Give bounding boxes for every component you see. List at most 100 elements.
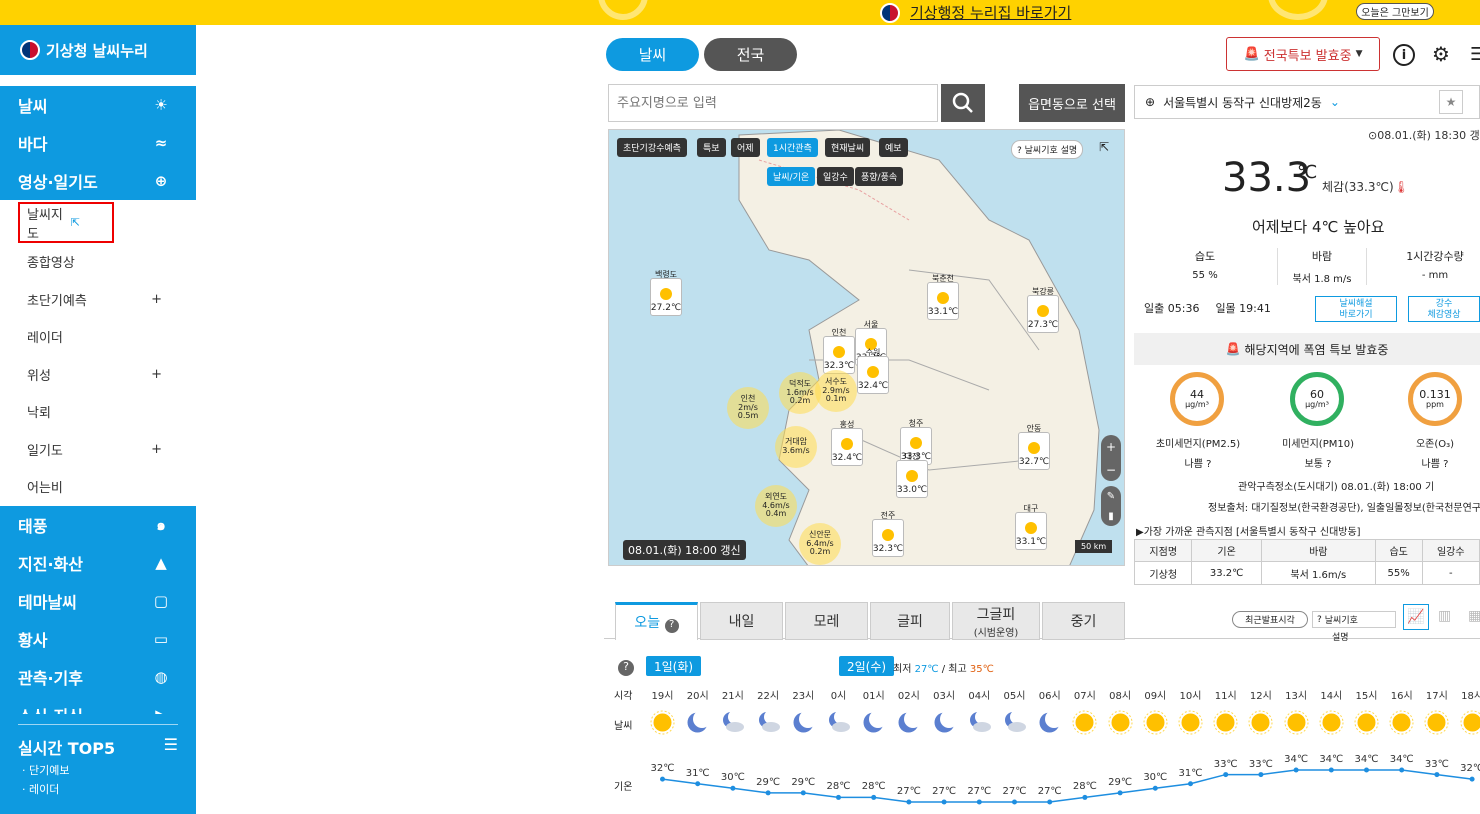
map-sub-wind[interactable]: 풍향/풍속: [855, 167, 904, 186]
sidebar-item-freezing-rain[interactable]: 어는비: [0, 468, 196, 506]
tab-tomorrow[interactable]: 내일: [700, 602, 783, 640]
nav-earthquake[interactable]: 지진·화산 ▲: [0, 543, 196, 582]
map-btn-current[interactable]: 현재날씨: [825, 138, 871, 157]
map-marker[interactable]: 전주 32.3℃: [872, 511, 904, 557]
table-view-icon[interactable]: ▦: [1468, 608, 1480, 624]
heat-warning-banner[interactable]: 🚨 해당지역에 폭염 특보 발효중: [1134, 333, 1480, 365]
popout-icon[interactable]: ⇱: [1099, 140, 1109, 154]
sidebar-item-lightning[interactable]: 낙뢰: [0, 393, 196, 431]
zoom-out-icon[interactable]: −: [1106, 463, 1116, 477]
sea-buoy-bubble[interactable]: 거대암 3.6m/s: [775, 426, 817, 468]
map-tools[interactable]: ✎ ▮: [1101, 486, 1121, 526]
nav-sea[interactable]: 바다 ≈: [0, 124, 196, 162]
help-icon[interactable]: ?: [664, 619, 679, 633]
help-icon[interactable]: ?: [1326, 459, 1331, 470]
map-marker[interactable]: 대구 33.1℃: [1015, 504, 1047, 550]
sea-buoy-bubble[interactable]: 외연도 4.6m/s 0.4m: [755, 485, 797, 527]
map-marker[interactable]: 북강릉 27.3℃: [1027, 287, 1059, 333]
zoom-in-icon[interactable]: +: [1106, 440, 1116, 454]
pm10-gauge[interactable]: 60 μg/m³: [1290, 372, 1344, 426]
tab-national[interactable]: 전국: [704, 38, 797, 71]
precip-video-button[interactable]: 강수 체감영상: [1408, 296, 1480, 322]
map-btn-forecast[interactable]: 예보: [879, 138, 908, 157]
sidebar-item-satellite[interactable]: 위성 +: [0, 356, 196, 394]
pm25-gauge[interactable]: 44 μg/m³: [1170, 372, 1224, 426]
weather-map[interactable]: 초단기강수예측 특보 어제 1시간관측 현재날씨 예보 날씨/기온 일강수 풍향…: [608, 129, 1125, 566]
map-legend-button[interactable]: ? 날씨기호 설명: [1011, 140, 1084, 159]
search-button[interactable]: [941, 84, 985, 122]
tab-day-after[interactable]: 모레: [785, 602, 868, 640]
map-marker[interactable]: 대전 33.0℃: [896, 452, 928, 498]
table-cell: 55%: [1374, 561, 1423, 585]
map-btn-warning[interactable]: 특보: [697, 138, 726, 157]
alert-dropdown[interactable]: 🚨 전국특보 발효중 ▼: [1226, 37, 1380, 71]
nav-weather[interactable]: 날씨 ☀: [0, 86, 196, 124]
location-name[interactable]: 서울특별시 동작구 신대방제2동: [1163, 94, 1322, 111]
help-icon[interactable]: ?: [1206, 459, 1211, 470]
sidebar-item-weather-chart[interactable]: 일기도 +: [0, 431, 196, 469]
map-btn-nowcast-precip[interactable]: 초단기강수예측: [617, 138, 687, 157]
expand-icon[interactable]: +: [151, 367, 162, 382]
map-btn-yesterday[interactable]: 어제: [731, 138, 760, 157]
sea-buoy-bubble[interactable]: 인천 2m/s 0.5m: [727, 387, 769, 429]
top5-item[interactable]: · 레이더: [22, 781, 178, 797]
graph-view-icon[interactable]: 📈: [1403, 604, 1429, 630]
nav-climate[interactable]: 관측·기후 ◍: [0, 657, 196, 696]
map-btn-hourly-obs[interactable]: 1시간관측: [767, 138, 818, 157]
tab-4days[interactable]: 그글피 (시범운영): [952, 602, 1040, 640]
sun-icon: [1178, 710, 1203, 735]
recent-release-button[interactable]: 최근발표시각: [1232, 611, 1308, 628]
favorite-star-icon[interactable]: ★: [1439, 90, 1463, 114]
nav-imagery[interactable]: 영상·일기도 ⊕: [0, 162, 196, 200]
list-icon[interactable]: ☰: [164, 735, 178, 759]
map-marker[interactable]: 인천 32.3℃: [823, 328, 855, 374]
sun-times: 일출 05:36 일몰 19:41: [1144, 300, 1271, 316]
bar-view-icon[interactable]: ▥: [1438, 608, 1451, 624]
region-select-button[interactable]: 읍면동으로 선택: [1019, 84, 1125, 122]
admin-site-link-text[interactable]: 기상행정 누리집 바로가기: [910, 2, 1071, 23]
sea-buoy-bubble[interactable]: 서수도 2.9m/s 0.1m: [815, 370, 857, 412]
weather-symbol-button[interactable]: ? 날씨기호: [1312, 611, 1396, 628]
map-sub-weather-temp[interactable]: 날씨/기온: [767, 167, 816, 186]
zoom-control[interactable]: + −: [1101, 435, 1121, 481]
sea-buoy-bubble[interactable]: 신안문 6.4m/s 0.2m: [799, 523, 841, 565]
chevron-down-icon[interactable]: ⌄: [1330, 95, 1340, 109]
map-marker[interactable]: 홍성 32.4℃: [831, 420, 863, 466]
map-marker[interactable]: 안동 32.7℃: [1018, 424, 1050, 470]
nav-yellow-dust[interactable]: 황사 ▭: [0, 619, 196, 658]
ozone-gauge[interactable]: 0.131 ppm: [1408, 372, 1462, 426]
sidebar-item-weather-map[interactable]: 날씨지도 ⇱: [18, 202, 114, 243]
nav-sub-label: 레이더: [27, 331, 63, 347]
location-bar[interactable]: ⊕ 서울특별시 동작구 신대방제2동 ⌄ ★: [1134, 85, 1480, 119]
menu-icon[interactable]: ☰: [1470, 44, 1480, 65]
logo[interactable]: 기상청 날씨누리: [0, 25, 196, 75]
tab-weather[interactable]: 날씨: [606, 38, 699, 71]
tab-3days[interactable]: 글피: [870, 602, 950, 640]
map-marker[interactable]: 백령도 27.2℃: [650, 270, 682, 316]
expand-icon[interactable]: +: [151, 292, 162, 307]
tab-midterm[interactable]: 중기: [1042, 602, 1125, 640]
tab-today[interactable]: 오늘 ?: [615, 602, 698, 640]
top5-item[interactable]: · 단기예보: [22, 762, 178, 778]
map-sub-daily-precip[interactable]: 일강수: [817, 167, 854, 186]
weather-commentary-button[interactable]: 날씨해설 바로가기: [1315, 296, 1397, 322]
search-input[interactable]: [608, 84, 938, 122]
temp-label: 28℃: [861, 781, 886, 793]
info-icon[interactable]: i: [1393, 44, 1415, 66]
sidebar-item-composite[interactable]: 종합영상: [0, 243, 196, 281]
hide-today-button[interactable]: 오늘은 그만보기: [1356, 3, 1434, 20]
map-marker[interactable]: 북춘천 33.1℃: [927, 274, 959, 320]
map-marker[interactable]: 수원 32.4℃: [857, 348, 889, 394]
expand-icon[interactable]: +: [151, 442, 162, 457]
admin-site-link[interactable]: 기상행정 누리집 바로가기: [880, 0, 1071, 25]
sidebar-item-radar[interactable]: 레이더: [0, 318, 196, 356]
ruler-icon[interactable]: ✎: [1107, 491, 1115, 502]
sidebar-item-nowcast[interactable]: 초단기예측 +: [0, 281, 196, 319]
layers-icon[interactable]: ▮: [1108, 511, 1114, 522]
nav-theme[interactable]: 테마날씨 ▢: [0, 581, 196, 620]
symbol-desc: 설명: [1332, 633, 1349, 643]
gear-icon[interactable]: ⚙: [1432, 42, 1450, 66]
nav-typhoon[interactable]: 태풍 ๑: [0, 505, 196, 544]
help-icon[interactable]: ?: [1443, 459, 1448, 470]
gps-icon[interactable]: ⊕: [1145, 95, 1155, 109]
